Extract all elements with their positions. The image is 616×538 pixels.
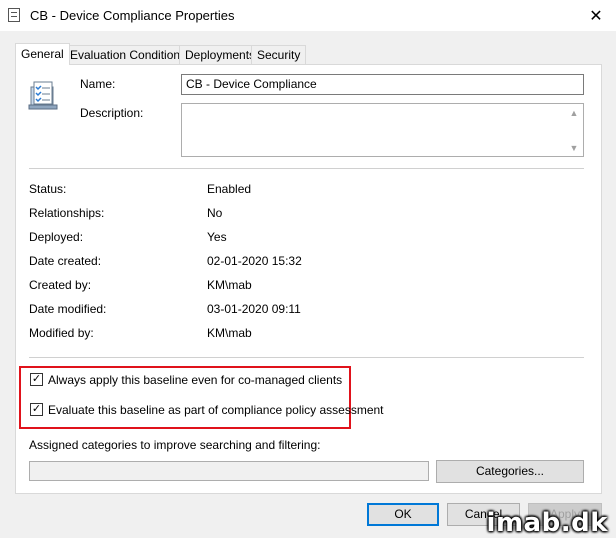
created-by-value: KM\mab (207, 278, 252, 292)
description-label: Description: (80, 106, 144, 120)
always-apply-label: Always apply this baseline even for co-m… (48, 373, 343, 387)
date-created-label: Date created: (29, 254, 102, 268)
created-by-label: Created by: (29, 278, 92, 292)
scroll-down-icon[interactable]: ▼ (567, 141, 581, 155)
title-bar: CB - Device Compliance Properties ✕ (0, 0, 616, 31)
close-icon[interactable]: ✕ (576, 0, 616, 31)
deployed-label: Deployed: (29, 230, 84, 244)
window-title: CB - Device Compliance Properties (30, 8, 235, 23)
date-created-value: 02-01-2020 15:32 (207, 254, 302, 268)
divider (29, 168, 584, 169)
tab-security[interactable]: Security (251, 45, 307, 64)
tab-general[interactable]: General (15, 43, 70, 65)
properties-doc-icon (8, 8, 20, 22)
modified-by-label: Modified by: (29, 326, 94, 340)
tab-evaluation-conditions[interactable]: Evaluation Conditions (64, 45, 193, 64)
relationships-label: Relationships: (29, 206, 105, 220)
watermark: imab.dk (486, 508, 608, 538)
deployed-value: Yes (207, 230, 227, 244)
name-field[interactable]: CB - Device Compliance (181, 74, 584, 95)
categories-field (29, 461, 429, 481)
always-apply-checkbox[interactable]: ✓ (30, 373, 43, 386)
categories-label: Assigned categories to improve searching… (29, 438, 321, 452)
categories-button[interactable]: Categories... (436, 460, 584, 483)
date-modified-label: Date modified: (29, 302, 107, 316)
relationships-value: No (207, 206, 223, 220)
modified-by-value: KM\mab (207, 326, 252, 340)
divider (29, 357, 584, 358)
status-value: Enabled (207, 182, 252, 196)
evaluate-compliance-checkbox[interactable]: ✓ (30, 403, 43, 416)
scroll-up-icon[interactable]: ▲ (567, 106, 581, 120)
description-field[interactable] (181, 103, 584, 157)
baseline-checklist-icon (28, 81, 58, 110)
name-label: Name: (80, 77, 116, 91)
evaluate-compliance-label: Evaluate this baseline as part of compli… (48, 403, 384, 417)
tab-deployments[interactable]: Deployments (179, 45, 262, 64)
date-modified-value: 03-01-2020 09:11 (207, 302, 301, 316)
status-label: Status: (29, 182, 67, 196)
ok-button[interactable]: OK (367, 503, 439, 526)
